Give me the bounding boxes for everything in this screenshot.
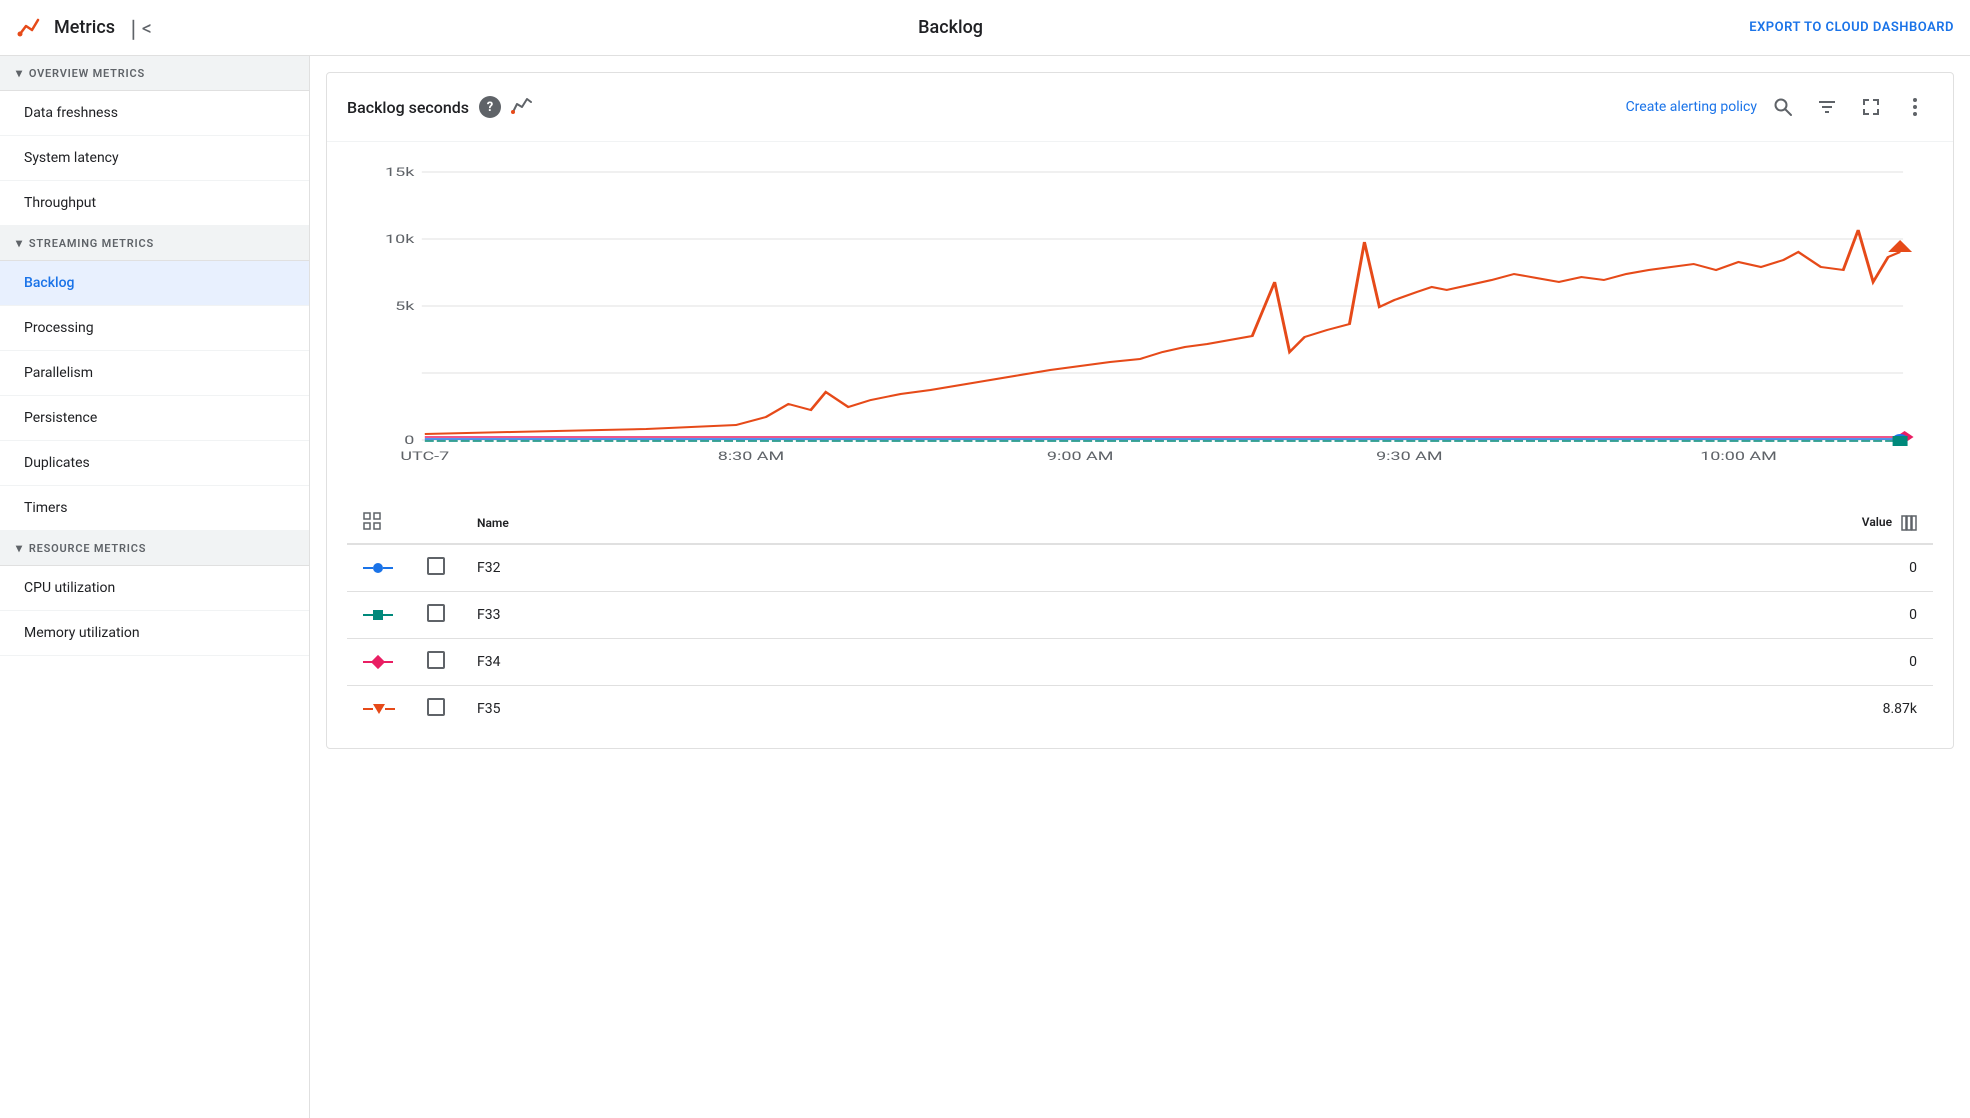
sidebar-section-overview[interactable]: ▾ OVERVIEW METRICS [0,56,309,91]
svg-text:9:00 AM: 9:00 AM [1047,449,1113,463]
main-layout: ▾ OVERVIEW METRICS Data freshness System… [0,56,1970,1118]
sidebar-section-resource-label: RESOURCE METRICS [29,542,146,555]
checkbox-f34[interactable] [411,639,461,686]
name-header: Name [461,502,1083,544]
sidebar-item-system-latency[interactable]: System latency [0,136,309,181]
legend-row-f34: F34 0 [347,639,1933,686]
filter-button[interactable] [1809,89,1845,125]
app-title: Metrics [54,17,115,38]
fullscreen-button[interactable] [1853,89,1889,125]
backlog-chart-svg: 15k 10k 5k 0 UTC-7 8:30 AM 9:00 AM 9:30 … [347,152,1933,472]
sidebar-item-throughput[interactable]: Throughput [0,181,309,226]
name-cell-f34: F34 [461,639,1083,686]
header-left: Metrics ❘< [16,14,152,42]
more-options-button[interactable] [1897,89,1933,125]
chart-title-row: Backlog seconds ? [347,94,533,121]
app-logo-icon [16,14,44,42]
metrics-graph-icon[interactable] [511,94,533,121]
app-header: Metrics ❘< Backlog EXPORT TO CLOUD DASHB… [0,0,1970,56]
legend-row-f35: F35 8.87k [347,686,1933,733]
sidebar-section-streaming[interactable]: ▾ STREAMING METRICS [0,226,309,261]
svg-text:10:00 AM: 10:00 AM [1700,449,1777,463]
value-cell-f33: 0 [1083,592,1933,639]
columns-icon [1901,515,1917,531]
sidebar-item-memory-utilization[interactable]: Memory utilization [0,611,309,656]
collapse-sidebar-button[interactable]: ❘< [125,16,152,40]
filter-icon [1817,97,1837,117]
sidebar-item-parallelism[interactable]: Parallelism [0,351,309,396]
chevron-down-icon-streaming: ▾ [16,236,23,250]
chart-area: 15k 10k 5k 0 UTC-7 8:30 AM 9:00 AM 9:30 … [327,142,1953,502]
sidebar-item-duplicates[interactable]: Duplicates [0,441,309,486]
name-cell-f32: F32 [461,544,1083,592]
legend-row-f33: F33 0 [347,592,1933,639]
series-indicator-f35 [347,686,411,733]
svg-text:UTC-7: UTC-7 [400,449,449,463]
grid-icon [363,512,381,530]
series-indicator-f34 [347,639,411,686]
chart-header: Backlog seconds ? Create alerting policy [327,73,1953,142]
more-vert-icon [1913,98,1917,116]
name-cell-f35: F35 [461,686,1083,733]
svg-text:0: 0 [404,433,414,447]
legend-table-container: Name Value [327,502,1953,748]
sidebar-item-processing[interactable]: Processing [0,306,309,351]
chevron-down-icon-resource: ▾ [16,541,23,555]
series-indicator-f33 [347,592,411,639]
create-alerting-policy-link[interactable]: Create alerting policy [1626,99,1757,115]
value-header: Value [1083,502,1933,544]
legend-row-f32: F32 0 [347,544,1933,592]
checkbox-f33[interactable] [411,592,461,639]
series-indicator-f32 [347,544,411,592]
value-cell-f34: 0 [1083,639,1933,686]
legend-icon-header [347,502,411,544]
main-content: Backlog seconds ? Create alerting policy [310,56,1970,1118]
sidebar-section-resource[interactable]: ▾ RESOURCE METRICS [0,531,309,566]
sidebar-section-overview-label: OVERVIEW METRICS [29,67,145,80]
chart-title: Backlog seconds [347,98,469,117]
svg-text:5k: 5k [395,299,414,313]
chevron-down-icon: ▾ [16,66,23,80]
value-cell-f32: 0 [1083,544,1933,592]
sidebar-section-streaming-label: STREAMING METRICS [29,237,154,250]
sidebar-item-timers[interactable]: Timers [0,486,309,531]
svg-text:8:30 AM: 8:30 AM [718,449,784,463]
search-icon [1773,97,1793,117]
checkbox-header [411,502,461,544]
value-cell-f35: 8.87k [1083,686,1933,733]
svg-text:10k: 10k [385,232,415,246]
export-to-cloud-dashboard-button[interactable]: EXPORT TO CLOUD DASHBOARD [1749,20,1954,35]
help-icon[interactable]: ? [479,96,501,118]
checkbox-f32[interactable] [411,544,461,592]
chart-actions: Create alerting policy [1626,89,1933,125]
svg-text:15k: 15k [385,165,415,179]
svg-text:9:30 AM: 9:30 AM [1376,449,1442,463]
name-cell-f33: F33 [461,592,1083,639]
sidebar-item-backlog[interactable]: Backlog [0,261,309,306]
fullscreen-icon [1861,97,1881,117]
sidebar-item-cpu-utilization[interactable]: CPU utilization [0,566,309,611]
sidebar-item-data-freshness[interactable]: Data freshness [0,91,309,136]
search-button[interactable] [1765,89,1801,125]
page-title: Backlog [918,17,983,38]
checkbox-f35[interactable] [411,686,461,733]
legend-table: Name Value [347,502,1933,732]
sidebar: ▾ OVERVIEW METRICS Data freshness System… [0,56,310,1118]
backlog-chart-card: Backlog seconds ? Create alerting policy [326,72,1954,749]
sidebar-item-persistence[interactable]: Persistence [0,396,309,441]
